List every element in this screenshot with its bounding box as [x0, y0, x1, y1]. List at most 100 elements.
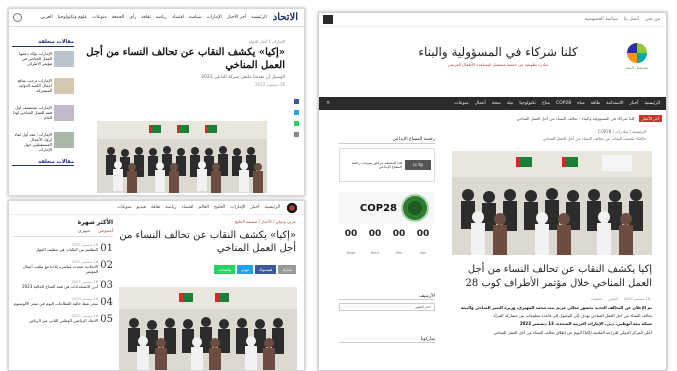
top-navbar: الرئيسية أخبار الإمارات الخليج العالم اق…	[9, 201, 304, 215]
participate-title: شاركونا	[339, 337, 435, 343]
nav-item[interactable]: أعمال	[475, 101, 486, 106]
breadcrumb[interactable]: الرئيسية / مبادرات / COP28	[598, 129, 646, 134]
related-item[interactable]: الإمارات: عقد أول لقاء لرواد الأعمال الم…	[12, 132, 74, 154]
item-headline[interactable]: التطعيم من النكبات في تنظيف الجهاز	[13, 247, 98, 252]
nav-item[interactable]: مياه	[577, 101, 585, 106]
nav-item[interactable]: علوم وتكنولوجيا	[58, 15, 88, 20]
cc-license-badge[interactable]: cc by	[405, 160, 431, 170]
nav-item[interactable]: رياضة	[165, 205, 176, 210]
nav-item[interactable]: COP28	[556, 101, 571, 106]
nav-item[interactable]: الاستدامة	[606, 101, 623, 106]
news-ticker: آخر الأخبار كلنا شركاء في المسؤولية والب…	[319, 113, 666, 123]
nav-item[interactable]: العربي	[40, 15, 52, 20]
nav-item[interactable]: صحة	[492, 101, 501, 106]
related-item[interactable]: الإمارات تستضيف أول قمة للعمل المناخي له…	[12, 105, 74, 127]
nav-item[interactable]: منوعات	[117, 205, 131, 210]
email-icon[interactable]	[294, 132, 299, 137]
nav-item[interactable]: تكنولوجيا	[519, 101, 536, 106]
meta-author[interactable]: المحرر	[608, 297, 618, 301]
archive-month-select[interactable]: اختر الشهر	[339, 303, 435, 311]
list-item[interactable]: 04 16 ديسمبر 2023 سعر نفط حالية القطاعات…	[13, 297, 113, 308]
body-paragraph: تحالف النساء من أجل العمل المناخي يهدف إ…	[493, 313, 652, 319]
article-date: 16 ديسمبر 2023	[254, 82, 285, 87]
nav-item[interactable]: أخبار	[630, 101, 639, 106]
list-item[interactable]: 05 16 ديسمبر 2023 الاتحاد الرياضي الوطني…	[13, 314, 113, 325]
item-headline[interactable]: أبرز الاستعدادات في قمة المناخ الحالية 2…	[13, 284, 98, 289]
tab-monthly[interactable]: شهري	[78, 229, 90, 234]
related-sidebar: مقالات متعلقة الإمارات تؤكد دعمها العمل …	[9, 39, 77, 195]
tab-weekly[interactable]: أسبوعي	[98, 229, 113, 234]
ticker-text[interactable]: كلنا شركاء في المسؤولية والبناء - تحالف …	[517, 116, 635, 121]
nav-item[interactable]: الرئيسية	[251, 15, 267, 20]
nav-item[interactable]: ثقافة	[141, 15, 150, 20]
cop28-widget[interactable]: COP28	[339, 192, 435, 224]
nav-item[interactable]: أخبار	[251, 205, 260, 210]
banner-title: كلنا شركاء في المسؤولية والبناء	[418, 45, 578, 59]
facebook-icon[interactable]	[294, 99, 299, 104]
top-link[interactable]: اتصل بنا	[624, 17, 639, 22]
nav-item[interactable]: الإمارات	[230, 205, 245, 210]
related-thumbnail	[54, 132, 74, 148]
top-link[interactable]: من نحن	[645, 17, 660, 22]
related-item-text[interactable]: الإمارات تستضيف أول قمة للعمل المناخي له…	[12, 105, 52, 127]
nav-item[interactable]: ثقافة	[151, 205, 160, 210]
article-panel-top-left: الاتحاد الرئيسية آخر الأخبار الإمارات سي…	[8, 8, 305, 196]
nav-item[interactable]: سياسة	[189, 15, 202, 20]
facebook-share-button[interactable]: فيسبوك	[254, 265, 277, 274]
nav-item[interactable]: الرئيسية	[645, 101, 661, 106]
related-item-text[interactable]: الإمارات ترحب بنتائج أعمال اللجنة الدولي…	[12, 78, 52, 100]
nav-item[interactable]: آخر الأخبار	[227, 15, 246, 20]
nav-item[interactable]: اقتصاد	[172, 15, 184, 20]
related-item[interactable]: الإمارات تؤكد دعمها العمل المناخي في مؤت…	[12, 51, 74, 73]
nav-item[interactable]: الجمعة	[112, 15, 125, 20]
most-popular-sidebar: الأكثر شهرة أسبوعي شهري 01 16 ديسمبر 202…	[13, 219, 113, 325]
item-headline[interactable]: الاتحادية تتحدث مباشرة بلادنا مع مكتب أع…	[13, 264, 98, 274]
nav-item[interactable]: الخليج	[214, 205, 225, 210]
nav-item[interactable]: منوعات	[454, 101, 468, 106]
list-item[interactable]: 01 16 ديسمبر 2023 التطعيم من النكبات في …	[13, 243, 113, 254]
related-item-text[interactable]: الإمارات: عقد أول لقاء لرواد الأعمال الم…	[12, 132, 52, 154]
meta-comments[interactable]: تعليقات	[591, 297, 602, 301]
nav-item[interactable]: منوعات	[92, 15, 106, 20]
list-item[interactable]: 03 16 ديسمبر 2023 أبرز الاستعدادات في قم…	[13, 280, 113, 291]
breadcrumb[interactable]: عربي ودولي / الأخبار / صحيفة الخليج	[235, 219, 296, 224]
nav-item[interactable]: اقتصاد	[181, 205, 193, 210]
banner-subtitle: مبادرة تطوعية من جمعية مستقبل لمساعدة ال…	[447, 62, 549, 67]
nav-item[interactable]: طاقة	[591, 101, 601, 106]
nav-item[interactable]: الإمارات	[207, 15, 222, 20]
article-photo	[452, 151, 652, 255]
sidebar-title: الأكثر شهرة	[77, 219, 113, 226]
related-thumbnail	[54, 51, 74, 67]
twitter-icon[interactable]	[294, 110, 299, 115]
item-headline[interactable]: الاتحاد الرياضي الوطني الثاني عبر الرياض	[13, 318, 98, 323]
site-logo[interactable]: مستقبل البيئة	[618, 43, 656, 83]
item-rank: 01	[100, 243, 113, 254]
list-item[interactable]: 02 16 ديسمبر 2023 الاتحادية تتحدث مباشرة…	[13, 260, 113, 274]
site-logo[interactable]	[286, 202, 298, 214]
nav-item[interactable]: العالم	[198, 205, 209, 210]
top-link[interactable]: سياسة الخصوصية	[584, 17, 617, 22]
shuffle-icon[interactable]: ✕	[323, 100, 330, 107]
site-logo[interactable]: الاتحاد	[273, 12, 298, 23]
logo-mark-icon	[627, 43, 647, 63]
item-headline[interactable]: سعر نفط حالية القطاعات اليوم في سعر الأل…	[13, 301, 98, 306]
article-byline: الوسيل أن يقدمنا ملتقى شركة الداعي 2023	[201, 75, 285, 80]
related-thumbnail	[54, 78, 74, 94]
countdown-value: 00	[392, 229, 406, 239]
logo-text: مستقبل البيئة	[625, 65, 649, 70]
nav-item[interactable]: فيديو	[136, 205, 145, 210]
whatsapp-icon[interactable]	[294, 121, 299, 126]
nav-item[interactable]: بيئة	[507, 101, 513, 106]
nav-item[interactable]: الرئيسية	[265, 205, 281, 210]
whatsapp-share-button[interactable]: واتساب	[214, 265, 236, 274]
nav-item[interactable]: رأي	[129, 15, 136, 20]
nav-item[interactable]: رياضة	[156, 15, 167, 20]
twitter-share-button[interactable]: تويتر	[237, 265, 253, 274]
related-item-text[interactable]: الإمارات تؤكد دعمها العمل المناخي في مؤت…	[12, 51, 52, 73]
related-item[interactable]: الإمارات ترحب بنتائج أعمال اللجنة الدولي…	[12, 78, 74, 100]
nav-item[interactable]: مناخ	[542, 101, 550, 106]
search-icon[interactable]	[323, 15, 333, 24]
header-banner[interactable]: كلنا شركاء في المسؤولية والبناء مبادرة ت…	[383, 45, 613, 85]
breadcrumb[interactable]: الإمارات / أخبار الدولة	[85, 39, 285, 44]
search-icon[interactable]	[13, 13, 22, 22]
